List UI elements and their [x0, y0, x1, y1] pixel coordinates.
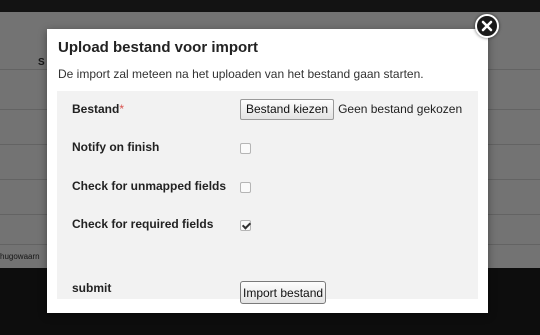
notify-on-finish-label: Notify on finish [72, 140, 160, 154]
file-input[interactable]: Bestand kiezen Geen bestand gekozen [240, 99, 462, 120]
required-marker: * [119, 102, 125, 116]
file-label-text: Bestand [72, 102, 120, 116]
form-row-notify: Notify on finish [57, 129, 478, 165]
modal-title: Upload bestand voor import [58, 39, 259, 56]
check-required-checkbox[interactable] [240, 220, 251, 231]
check-unmapped-label: Check for unmapped fields [72, 179, 227, 193]
submit-label: submit [72, 281, 112, 295]
import-button[interactable]: Import bestand [240, 281, 327, 304]
file-label: Bestand* [72, 102, 124, 116]
close-icon [481, 20, 493, 32]
upload-modal: Upload bestand voor import De import zal… [47, 29, 488, 313]
form-row-unmapped: Check for unmapped fields [57, 167, 478, 203]
check-required-label: Check for required fields [72, 217, 214, 231]
modal-description: De import zal meteen na het uploaden van… [58, 67, 424, 81]
choose-file-button[interactable]: Bestand kiezen [240, 99, 335, 120]
import-form: Bestand* Bestand kiezen Geen bestand geko… [57, 91, 478, 304]
close-button[interactable] [475, 14, 499, 38]
notify-on-finish-checkbox[interactable] [240, 143, 251, 154]
form-row-submit: submit Import bestand [57, 243, 478, 304]
form-row-file: Bestand* Bestand kiezen Geen bestand geko… [57, 91, 478, 127]
form-row-required: Check for required fields [57, 205, 478, 241]
file-status-text: Geen bestand gekozen [338, 102, 463, 116]
check-unmapped-checkbox[interactable] [240, 182, 251, 193]
